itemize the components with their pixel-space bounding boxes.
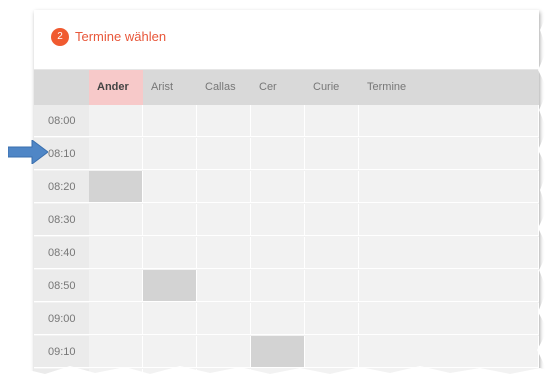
column-header-ander[interactable]: Ander (89, 70, 143, 105)
time-slot[interactable] (143, 237, 197, 269)
pointer-arrow-icon (8, 140, 48, 164)
time-slot[interactable] (305, 270, 359, 302)
time-slot[interactable] (197, 336, 251, 368)
time-label: 09:00 (34, 303, 89, 335)
time-slot[interactable] (143, 336, 197, 368)
step-title: Termine wählen (75, 29, 167, 44)
time-label: 08:00 (34, 105, 89, 137)
time-label: 08:40 (34, 237, 89, 269)
time-slot[interactable] (305, 171, 359, 203)
time-slot[interactable] (143, 138, 197, 170)
time-slot[interactable] (89, 204, 143, 236)
time-slot[interactable] (197, 204, 251, 236)
time-slot[interactable] (197, 369, 251, 378)
time-slot[interactable] (143, 105, 197, 137)
time-slot[interactable] (305, 303, 359, 335)
time-slot[interactable] (143, 303, 197, 335)
time-slot[interactable] (359, 336, 539, 368)
time-slot[interactable] (143, 171, 197, 203)
time-slot[interactable] (251, 171, 305, 203)
time-slot[interactable] (359, 369, 539, 378)
column-header-cer[interactable]: Cer (251, 70, 305, 105)
time-slot[interactable] (143, 369, 197, 378)
time-slot[interactable] (89, 105, 143, 137)
time-slot[interactable] (359, 204, 539, 236)
time-slot[interactable] (89, 369, 143, 378)
time-slot[interactable] (251, 237, 305, 269)
time-slot[interactable] (251, 303, 305, 335)
time-slot[interactable] (251, 138, 305, 170)
time-slot[interactable] (359, 138, 539, 170)
time-slot[interactable] (305, 204, 359, 236)
time-slot[interactable] (89, 336, 143, 368)
appointment-card: 2 Termine wählen Ander Arist Callas Cer … (34, 10, 539, 378)
time-slot[interactable] (305, 336, 359, 368)
time-slot[interactable] (251, 369, 305, 378)
time-slot[interactable] (197, 270, 251, 302)
column-header-row: Ander Arist Callas Cer Curie Termine (34, 70, 539, 105)
time-slot[interactable] (197, 171, 251, 203)
time-slot[interactable] (359, 105, 539, 137)
time-slot[interactable] (305, 237, 359, 269)
time-slot[interactable] (251, 270, 305, 302)
time-label: 08:20 (34, 171, 89, 203)
time-slot[interactable] (251, 105, 305, 137)
time-slot[interactable] (197, 105, 251, 137)
time-slot[interactable] (251, 204, 305, 236)
column-header-curie[interactable]: Curie (305, 70, 359, 105)
time-slot[interactable] (89, 138, 143, 170)
time-slot[interactable] (89, 270, 143, 302)
time-label: 09:10 (34, 336, 89, 368)
time-label: 08:50 (34, 270, 89, 302)
time-slot[interactable] (89, 237, 143, 269)
time-slot[interactable] (359, 303, 539, 335)
booked-slot[interactable] (251, 336, 305, 368)
time-slot[interactable] (305, 105, 359, 137)
schedule-grid: 08:00 08:10 08:20 08:30 08:40 08:50 09:00 09:10… (34, 105, 539, 378)
time-slot[interactable] (197, 303, 251, 335)
booked-slot[interactable] (89, 171, 143, 203)
time-label: 09:20 (34, 369, 89, 378)
booked-slot[interactable] (143, 270, 197, 302)
time-slot[interactable] (359, 171, 539, 203)
column-header-termine[interactable]: Termine (359, 70, 439, 105)
time-slot[interactable] (359, 237, 539, 269)
time-slot[interactable] (305, 369, 359, 378)
step-header: 2 Termine wählen (34, 10, 539, 70)
column-header-arist[interactable]: Arist (143, 70, 197, 105)
time-slot[interactable] (89, 303, 143, 335)
time-slot[interactable] (359, 270, 539, 302)
time-slot[interactable] (143, 204, 197, 236)
time-slot[interactable] (197, 237, 251, 269)
column-header-callas[interactable]: Callas (197, 70, 251, 105)
time-slot[interactable] (305, 138, 359, 170)
time-slot[interactable] (197, 138, 251, 170)
step-number-badge: 2 (51, 28, 69, 46)
time-label: 08:30 (34, 204, 89, 236)
